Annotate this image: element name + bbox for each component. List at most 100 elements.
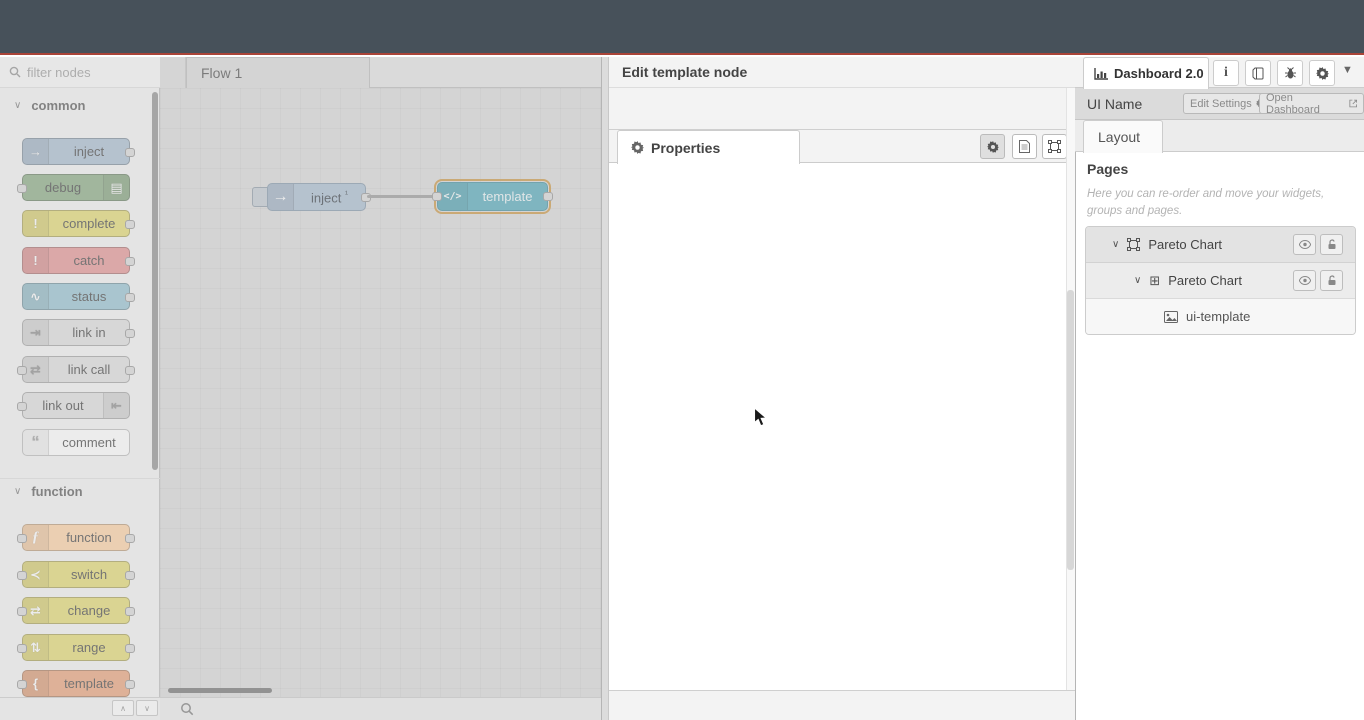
output-port[interactable] — [125, 220, 135, 229]
exclamation-icon: ! — [23, 248, 49, 273]
palette-expand-all-button[interactable]: ∨ — [136, 700, 158, 716]
unlock-icon — [1327, 275, 1337, 286]
chevron-down-icon: ∨ — [1134, 275, 1141, 286]
palette-node-change[interactable]: ⇄ change — [22, 597, 130, 624]
palette-node-template[interactable]: { template — [22, 670, 130, 697]
widget-image-icon — [1164, 311, 1178, 323]
dashboard-sidebar — [1075, 57, 1364, 720]
output-port[interactable] — [543, 192, 553, 201]
info-icon: i — [1224, 65, 1228, 81]
tab-properties[interactable]: Properties — [617, 130, 800, 164]
canvas-node-inject[interactable]: → inject ¹ — [267, 183, 366, 211]
pages-heading: Pages — [1087, 161, 1128, 177]
tree-row-group-pareto-chart[interactable]: ∨ ⊞ Pareto Chart — [1086, 263, 1355, 299]
output-port[interactable] — [125, 148, 135, 157]
search-icon[interactable] — [180, 702, 194, 716]
palette-node-switch[interactable]: ≺ switch — [22, 561, 130, 588]
exclamation-icon: ! — [23, 211, 49, 236]
pages-help-text: Here you can re-order and move your widg… — [1087, 186, 1351, 221]
input-port[interactable] — [17, 680, 27, 689]
input-port[interactable] — [17, 534, 27, 543]
input-port[interactable] — [17, 644, 27, 653]
flow-tab[interactable]: Flow 1 — [186, 57, 370, 88]
chevron-down-icon: ∨ — [14, 100, 21, 111]
code-template-icon: </> — [438, 183, 468, 210]
palette-collapse-all-button[interactable]: ∧ — [112, 700, 134, 716]
palette-node-debug[interactable]: debug ▤ — [22, 174, 130, 201]
palette-node-complete[interactable]: ! complete — [22, 210, 130, 237]
settings-gear-button[interactable] — [1309, 60, 1335, 86]
link-out-icon: ⇤ — [103, 393, 129, 418]
canvas-horizontal-scrollbar[interactable] — [168, 688, 272, 693]
help-book-button[interactable] — [1245, 60, 1271, 86]
palette-node-link-in[interactable]: ⇥ link in — [22, 319, 130, 346]
tab-dashboard-2[interactable]: Dashboard 2.0 — [1083, 57, 1209, 89]
tab-edit-properties-button[interactable] — [980, 134, 1005, 159]
group-table-icon: ⊞ — [1149, 273, 1160, 289]
input-port[interactable] — [17, 402, 27, 411]
palette-node-catch[interactable]: ! catch — [22, 247, 130, 274]
canvas-footer — [160, 697, 601, 720]
info-button[interactable]: i — [1213, 60, 1239, 86]
tray-title: Edit template node — [609, 57, 1075, 88]
debug-bug-button[interactable] — [1277, 60, 1303, 86]
search-icon — [9, 66, 21, 78]
tray-resize-handle[interactable] — [601, 57, 609, 720]
bug-icon — [1284, 67, 1297, 80]
inject-badge: ¹ — [345, 189, 348, 199]
output-port[interactable] — [125, 644, 135, 653]
output-port[interactable] — [125, 329, 135, 338]
palette-node-function[interactable]: ƒ function — [22, 524, 130, 551]
palette-node-link-out[interactable]: link out ⇤ — [22, 392, 130, 419]
tray-scrollbar-thumb[interactable] — [1067, 290, 1074, 570]
comment-bubble-icon: “ — [23, 430, 49, 455]
output-port[interactable] — [125, 366, 135, 375]
page-frame-icon — [1127, 238, 1140, 251]
visibility-eye-button[interactable] — [1293, 270, 1316, 291]
palette-node-status[interactable]: ∿ status — [22, 283, 130, 310]
inject-arrow-icon: → — [268, 184, 294, 210]
layout-tree: ∨ Pareto Chart ∨ ⊞ Pareto Chart ui-templ… — [1085, 226, 1356, 335]
ui-name-label: UI Name — [1087, 96, 1142, 112]
input-port[interactable] — [17, 571, 27, 580]
palette-node-link-call[interactable]: ⇄ link call — [22, 356, 130, 383]
tab-description-button[interactable] — [1012, 134, 1037, 159]
palette-category-common[interactable]: ∨ common — [0, 92, 152, 118]
tray-footer — [609, 690, 1075, 720]
lock-unlocked-button[interactable] — [1320, 270, 1343, 291]
output-port[interactable] — [125, 534, 135, 543]
visibility-eye-button[interactable] — [1293, 234, 1316, 255]
input-port[interactable] — [17, 607, 27, 616]
palette-scrollbar[interactable] — [152, 92, 158, 470]
debug-list-icon: ▤ — [103, 175, 129, 200]
tab-layout[interactable]: Layout — [1083, 120, 1163, 153]
output-port[interactable] — [125, 257, 135, 266]
tab-appearance-button[interactable] — [1042, 134, 1067, 159]
chevron-down-icon: ∨ — [1112, 239, 1119, 250]
palette-search-placeholder: filter nodes — [27, 65, 91, 80]
palette-node-comment[interactable]: “ comment — [22, 429, 130, 456]
appearance-frame-icon — [1048, 140, 1061, 153]
input-port[interactable] — [17, 184, 27, 193]
sidebar-options-caret[interactable]: ▼ — [1342, 64, 1353, 76]
tree-row-page-pareto-chart[interactable]: ∨ Pareto Chart — [1086, 227, 1355, 263]
eye-icon — [1299, 276, 1311, 285]
input-port[interactable] — [432, 192, 442, 201]
flow-canvas[interactable] — [160, 88, 601, 697]
output-port[interactable] — [125, 571, 135, 580]
lock-unlocked-button[interactable] — [1320, 234, 1343, 255]
palette-category-function[interactable]: ∨ function — [0, 478, 160, 504]
document-icon — [1019, 140, 1030, 153]
link-in-icon: ⇥ — [23, 320, 49, 345]
canvas-node-template-selected[interactable]: </> template — [437, 182, 548, 211]
input-port[interactable] — [17, 366, 27, 375]
palette-node-inject[interactable]: → inject — [22, 138, 130, 165]
open-dashboard-button[interactable]: Open Dashboard — [1259, 93, 1364, 114]
palette-search[interactable]: filter nodes — [0, 57, 160, 88]
tree-row-widget-ui-template[interactable]: ui-template — [1086, 299, 1355, 334]
output-port[interactable] — [125, 607, 135, 616]
palette-node-range[interactable]: ⇅ range — [22, 634, 130, 661]
output-port[interactable] — [125, 293, 135, 302]
output-port[interactable] — [125, 680, 135, 689]
gear-icon — [631, 141, 644, 154]
